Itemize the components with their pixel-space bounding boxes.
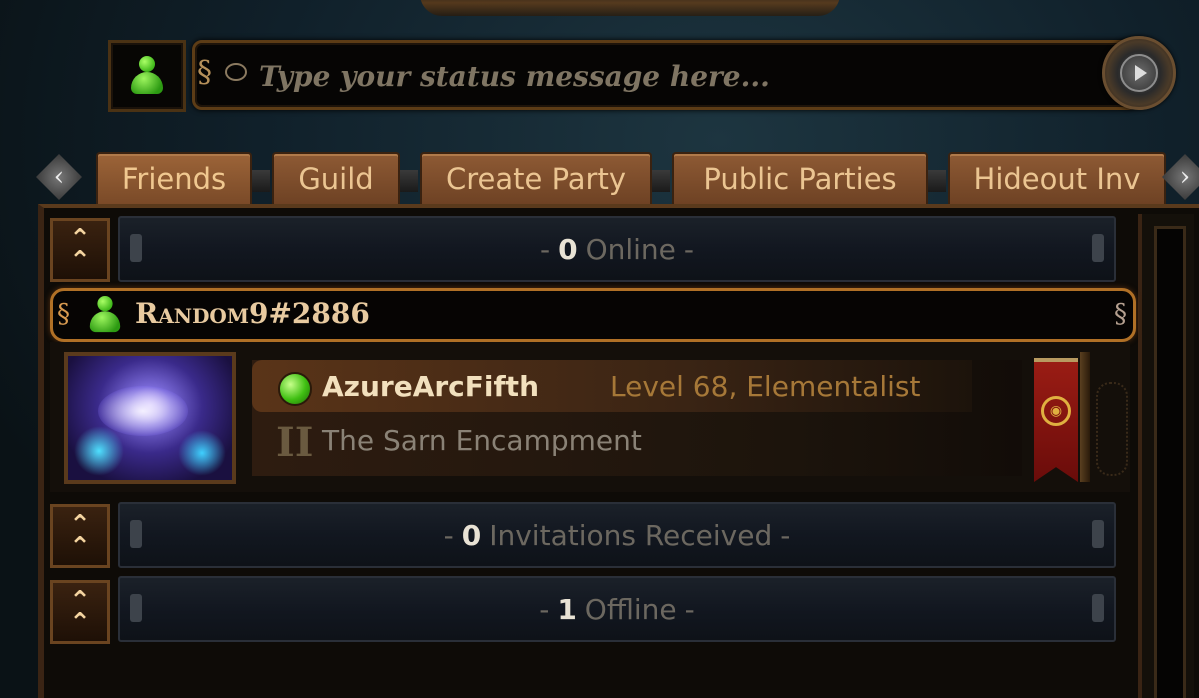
tab-separator: [652, 170, 670, 192]
filigree-ornament: [1096, 382, 1128, 476]
online-dot-icon: [278, 372, 312, 406]
character-info: AzureArcFifth Level 68, Elementalist II …: [252, 360, 1022, 476]
character-row[interactable]: AzureArcFifth Level 68, Elementalist II …: [50, 342, 1130, 492]
tab-public-parties[interactable]: Public Parties: [672, 152, 928, 204]
tab-create-party[interactable]: Create Party: [420, 152, 652, 204]
banner-icon[interactable]: ◉: [1034, 358, 1078, 482]
online-label: Online: [585, 232, 676, 266]
scroll-ornament-icon: §: [197, 55, 212, 90]
arrow-right-icon: [1135, 65, 1147, 81]
tab-guild[interactable]: Guild: [272, 152, 400, 204]
person-icon: [129, 56, 165, 96]
status-message-bar: §: [192, 40, 1138, 110]
tab-separator: [252, 170, 270, 192]
tab-separator: [928, 170, 946, 192]
tab-separator: [400, 170, 418, 192]
section-dash: -: [443, 518, 454, 552]
offline-section-header[interactable]: - 1 Offline -: [118, 576, 1116, 642]
banner-pole: [1080, 352, 1090, 482]
scroll-ornament-icon: §: [57, 299, 70, 329]
chat-bubble-icon: [225, 63, 247, 81]
character-portrait: [64, 352, 236, 484]
online-section-header[interactable]: - 0 Online -: [118, 216, 1116, 282]
collapse-offline-button[interactable]: ⌃ ⌃: [50, 580, 110, 644]
invitations-section-header[interactable]: - 0 Invitations Received -: [118, 502, 1116, 568]
section-dash: -: [539, 232, 551, 266]
scroll-ornament-icon: §: [1114, 299, 1127, 329]
scrollbar[interactable]: [1138, 214, 1194, 698]
collapse-online-button[interactable]: ⌃ ⌃: [50, 218, 110, 282]
collapse-invitations-button[interactable]: ⌃ ⌃: [50, 504, 110, 568]
status-message-input[interactable]: [257, 53, 1081, 99]
send-status-button[interactable]: [1102, 36, 1176, 110]
online-count: 0: [558, 232, 578, 266]
section-dash: -: [684, 592, 695, 626]
offline-count: 1: [557, 592, 577, 626]
social-panel: § ‹ Friends Guild Create Party Public Pa…: [0, 0, 1199, 698]
section-dash: -: [539, 592, 550, 626]
offline-label: Offline: [584, 592, 677, 626]
character-name: AzureArcFifth: [322, 370, 539, 403]
invitations-count: 0: [461, 518, 482, 552]
character-level-class: Level 68, Elementalist: [610, 370, 921, 403]
chevron-up-icon: ⌃ ⌃: [69, 510, 91, 562]
chevron-up-icon: ⌃ ⌃: [69, 224, 91, 276]
scrollbar-track[interactable]: [1154, 226, 1186, 698]
account-name: Random9#2886: [135, 297, 370, 330]
account-header[interactable]: § Random9#2886 §: [50, 288, 1136, 342]
tab-friends[interactable]: Friends: [96, 152, 252, 204]
invitations-label: Invitations Received: [489, 518, 773, 552]
chevron-up-icon: ⌃ ⌃: [69, 586, 91, 638]
section-dash: -: [780, 518, 791, 552]
status-icon-button[interactable]: [108, 40, 186, 112]
tab-bar: Friends Guild Create Party Public Partie…: [0, 152, 1199, 204]
section-dash: -: [683, 232, 695, 266]
top-ornament: [420, 0, 840, 16]
person-icon: [88, 296, 122, 334]
act-icon: II: [276, 419, 314, 466]
tab-hideout-invites[interactable]: Hideout Inv: [948, 152, 1166, 204]
character-location: The Sarn Encampment: [322, 424, 642, 457]
